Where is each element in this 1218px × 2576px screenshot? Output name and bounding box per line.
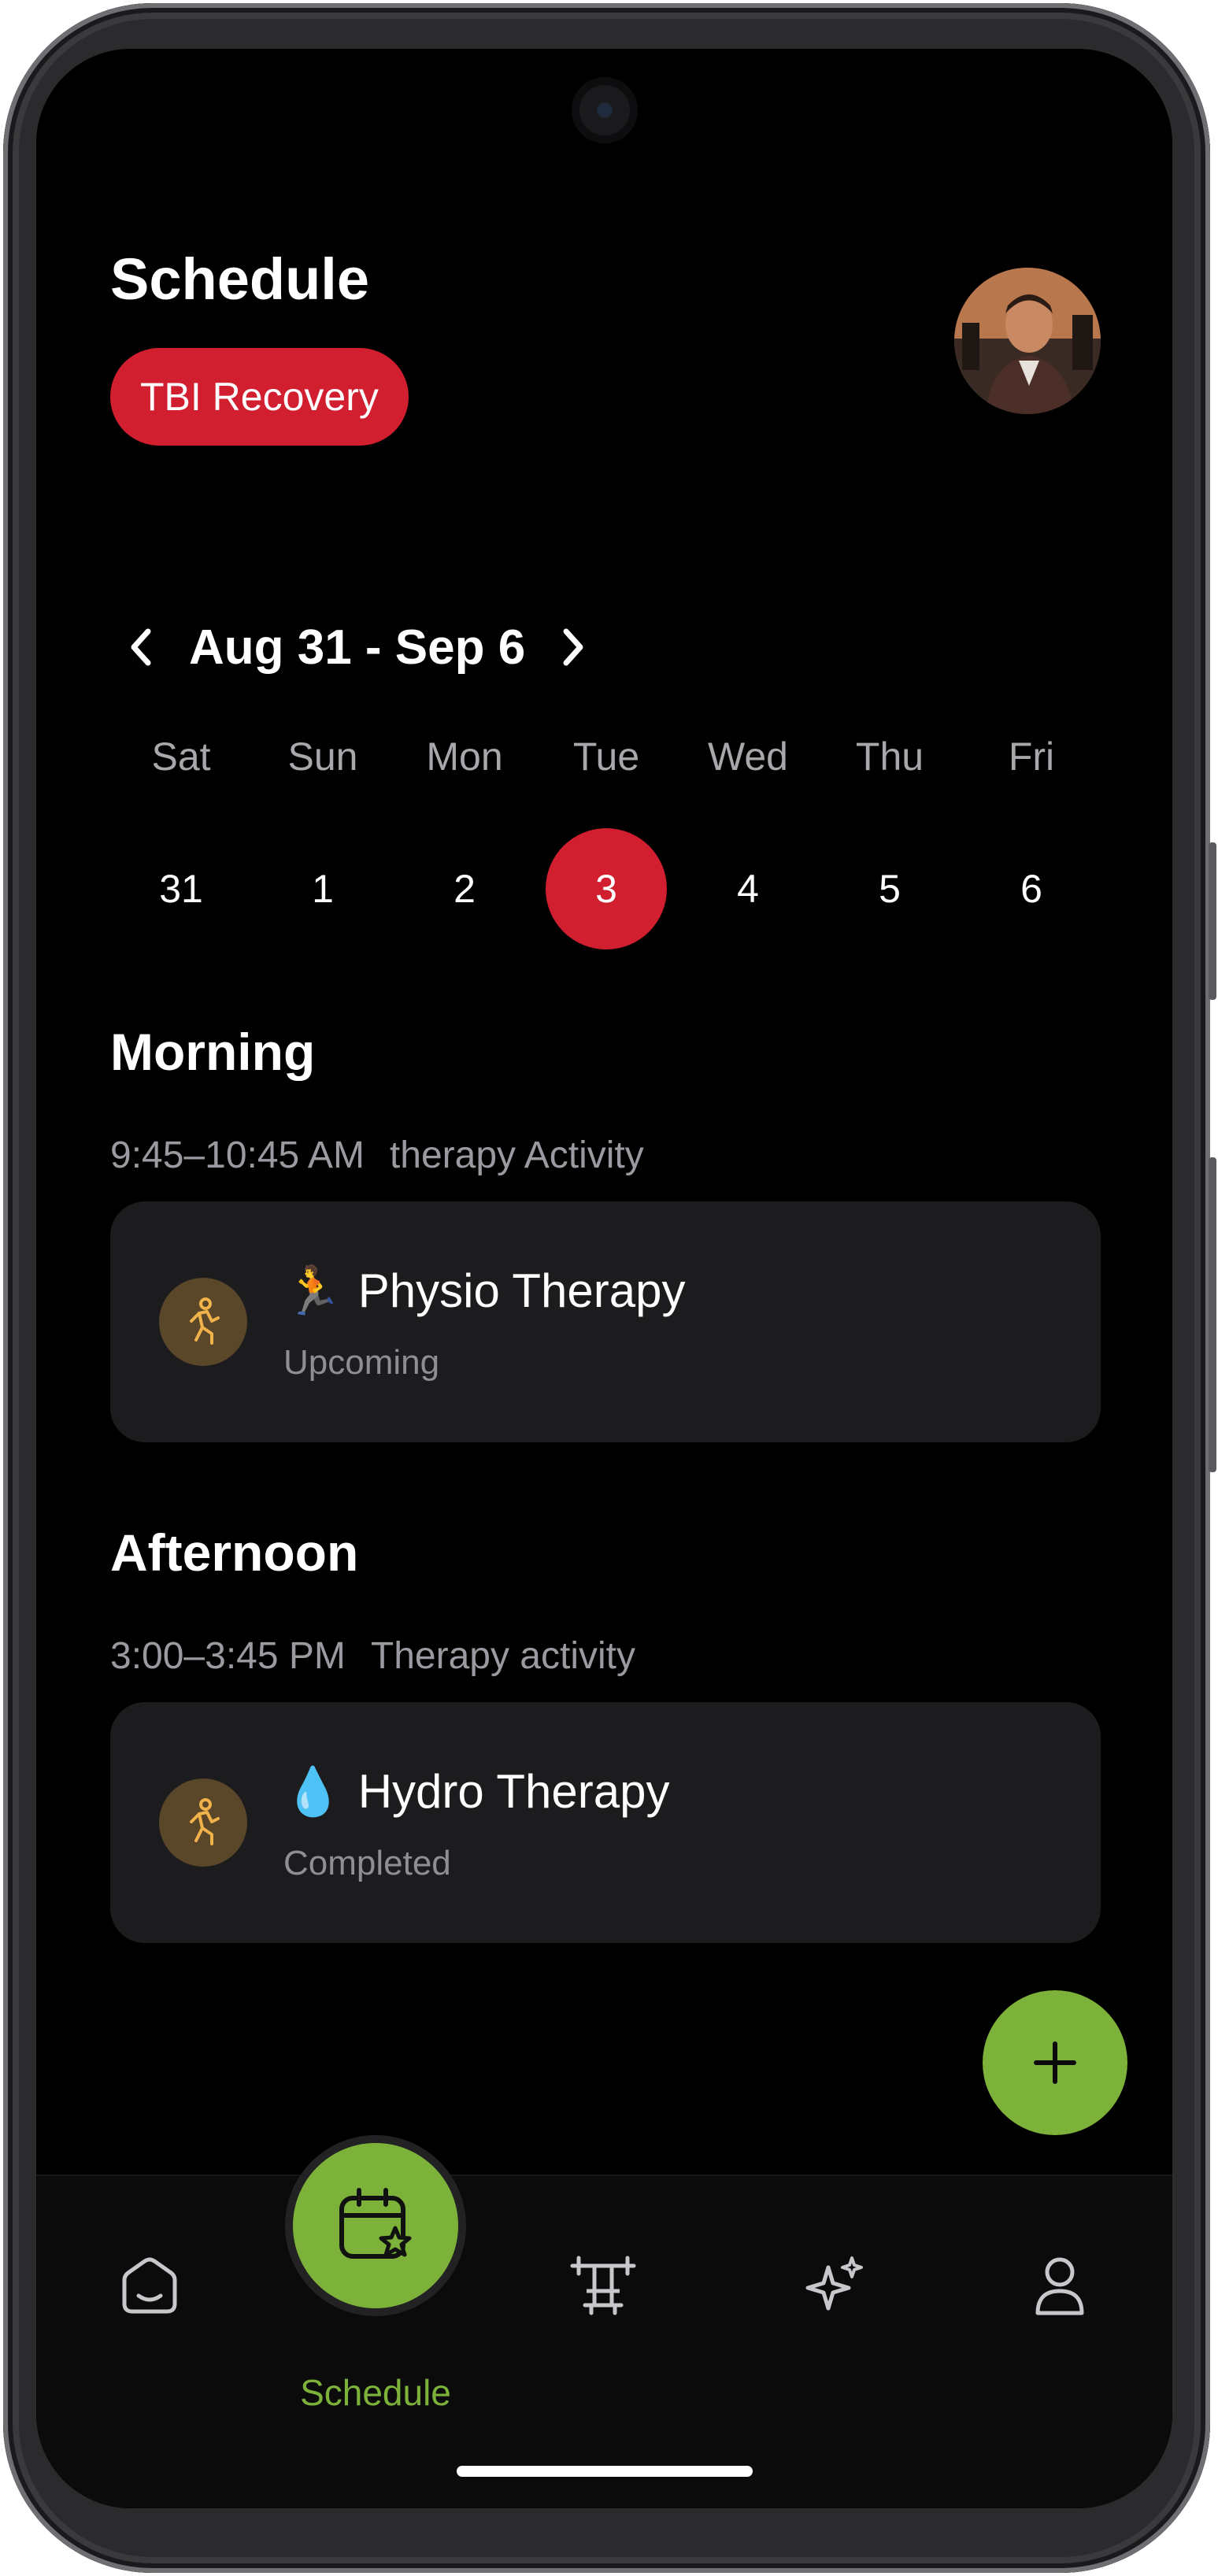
side-button [1209, 842, 1216, 1000]
page-title: Schedule [110, 246, 369, 312]
program-pill[interactable]: TBI Recovery [110, 348, 409, 446]
activity-status: Completed [283, 1844, 451, 1882]
weekday-label: Wed [708, 735, 788, 779]
front-camera [572, 77, 638, 143]
weekday-label: Thu [855, 735, 924, 779]
chevron-left-icon [131, 628, 151, 666]
activity-status: Upcoming [283, 1343, 440, 1382]
user-avatar-photo [954, 268, 1101, 414]
activity-title: 💧 Hydro Therapy [283, 1764, 669, 1819]
weekday-header-row: Sat Sun Mon Tue Wed Thu Fri [110, 734, 1102, 797]
running-emoji-icon: 🏃 [283, 1264, 342, 1317]
profile-icon [1035, 2257, 1084, 2315]
plus-icon [1034, 2041, 1076, 2084]
home-icon [122, 2257, 177, 2314]
activity-title: 🏃 Physio Therapy [283, 1263, 686, 1319]
avatar[interactable] [954, 268, 1101, 414]
activity-card-hydro[interactable]: 💧 Hydro Therapy Completed [110, 1702, 1101, 1943]
activity-name: Hydro Therapy [357, 1765, 670, 1818]
home-indicator-bar[interactable] [457, 2466, 753, 2477]
time-slot-morning: 9:45–10:45 AM therapy Activity [110, 1134, 644, 1177]
selected-date-cell[interactable]: 3 [546, 828, 667, 949]
activity-name: Physio Therapy [357, 1264, 686, 1317]
calendar-star-icon [339, 2188, 412, 2259]
next-week-button[interactable] [541, 608, 604, 687]
add-activity-button[interactable] [983, 1990, 1127, 2135]
section-title-afternoon: Afternoon [110, 1523, 359, 1582]
date-cell[interactable]: 1 [262, 828, 383, 949]
date-cell[interactable]: 2 [404, 828, 525, 949]
date-picker-row: 31 1 2 3 4 5 6 [110, 828, 1102, 949]
previous-week-button[interactable] [110, 608, 173, 687]
nav-workouts[interactable] [556, 2237, 650, 2332]
exercise-figure-icon [159, 1778, 247, 1867]
weekday-label: Tue [572, 735, 640, 779]
time-slot-afternoon: 3:00–3:45 PM Therapy activity [110, 1634, 635, 1678]
date-cell[interactable]: 6 [971, 828, 1092, 949]
water-drop-emoji-icon: 💧 [283, 1765, 342, 1818]
exercise-figure-icon [159, 1278, 247, 1366]
nav-home[interactable] [102, 2237, 197, 2332]
weekday-label: Sun [287, 735, 358, 779]
nav-schedule-label[interactable]: Schedule [297, 2371, 454, 2414]
nav-profile[interactable] [1013, 2237, 1107, 2332]
activity-category: therapy Activity [389, 1134, 644, 1176]
time-range: 9:45–10:45 AM [110, 1134, 365, 1176]
activity-card-physio[interactable]: 🏃 Physio Therapy Upcoming [110, 1201, 1101, 1442]
side-button [1209, 1157, 1216, 1472]
weekday-label: Mon [426, 735, 503, 779]
activity-category: Therapy activity [370, 1635, 635, 1677]
exercise-equipment-icon [570, 2256, 636, 2315]
section-title-morning: Morning [110, 1023, 316, 1081]
date-cell[interactable]: 4 [687, 828, 809, 949]
weekday-label: Sat [151, 735, 211, 779]
nav-schedule[interactable] [293, 2143, 458, 2308]
week-navigator: Aug 31 - Sep 6 [110, 600, 661, 694]
sparkle-icon [805, 2256, 863, 2311]
program-pill-label: TBI Recovery [140, 375, 379, 419]
nav-ai[interactable] [787, 2237, 882, 2332]
app-screen: Schedule TBI Recovery Aug 31 - Sep 6 Sat… [36, 49, 1172, 2508]
time-range: 3:00–3:45 PM [110, 1635, 346, 1677]
bottom-navigation [36, 2174, 1172, 2508]
week-range-label: Aug 31 - Sep 6 [189, 620, 526, 675]
date-cell[interactable]: 31 [120, 828, 242, 949]
chevron-right-icon [563, 628, 583, 666]
weekday-label: Fri [1008, 735, 1055, 779]
date-cell[interactable]: 5 [829, 828, 950, 949]
